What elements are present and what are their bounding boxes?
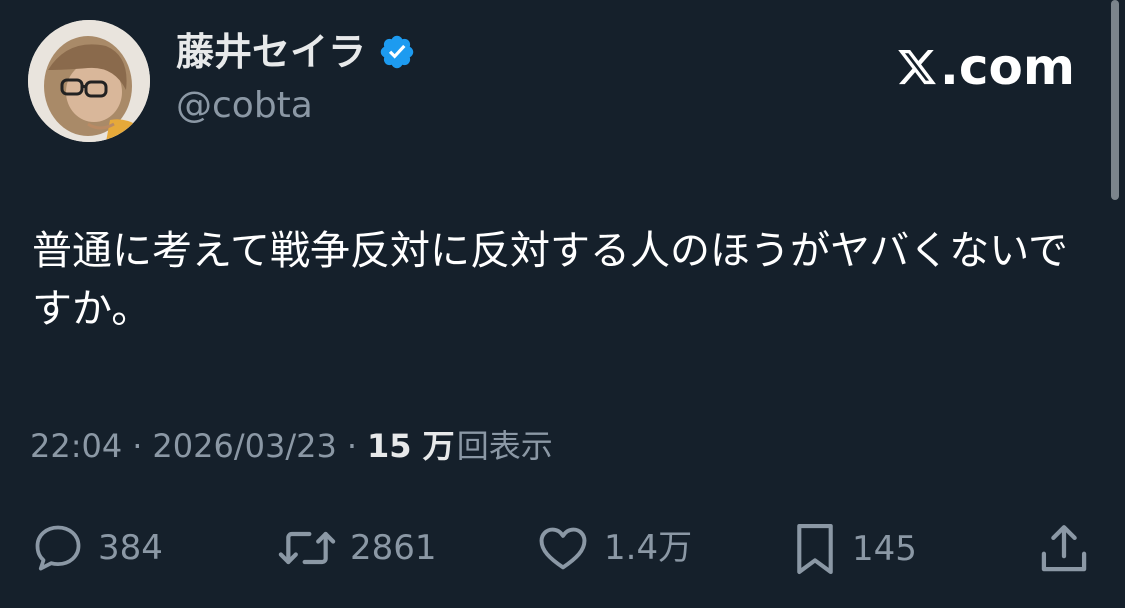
avatar[interactable] bbox=[28, 20, 150, 142]
bookmark-button[interactable]: 145 bbox=[790, 520, 917, 578]
avatar-image bbox=[28, 20, 150, 142]
tweet-date[interactable]: 2026/03/23 bbox=[152, 430, 336, 462]
tweet-meta: 22:04 · 2026/03/23 · 15 万 回表示 bbox=[30, 430, 553, 462]
bookmark-icon bbox=[797, 523, 833, 575]
action-bar: 384 2861 1.4万 145 bbox=[0, 520, 1125, 582]
verified-badge-icon bbox=[380, 35, 414, 69]
meta-separator: · bbox=[132, 427, 143, 465]
author-name-row: 藤井セイラ bbox=[176, 33, 416, 71]
reply-count: 384 bbox=[98, 528, 163, 568]
retweet-button[interactable]: 2861 bbox=[276, 520, 437, 576]
retweet-count: 2861 bbox=[350, 528, 437, 568]
author-display-name[interactable]: 藤井セイラ bbox=[176, 33, 366, 71]
scrollbar[interactable] bbox=[1111, 0, 1119, 200]
heart-icon bbox=[539, 527, 587, 570]
x-logo-icon bbox=[898, 49, 936, 85]
reply-button[interactable]: 384 bbox=[30, 520, 163, 576]
tweet-text: 普通に考えて戦争反対に反対する人のほうがヤバくないですか。 bbox=[32, 228, 1068, 332]
views-count[interactable]: 15 万 bbox=[367, 430, 455, 462]
speech-bubble-icon bbox=[35, 525, 81, 571]
brand-logo: .com bbox=[896, 42, 1075, 92]
author-handle[interactable]: @cobta bbox=[176, 88, 313, 124]
tweet-screenshot: 藤井セイラ @cobta .com 普通に考えて戦争反対に反対する人のほうがヤバ… bbox=[0, 0, 1125, 608]
like-button[interactable]: 1.4万 bbox=[534, 520, 692, 576]
brand-text: .com bbox=[939, 38, 1075, 96]
retweet-arrows-icon bbox=[278, 531, 336, 565]
views-label: 回表示 bbox=[456, 427, 553, 465]
tweet-time[interactable]: 22:04 bbox=[30, 430, 122, 462]
meta-separator: · bbox=[346, 427, 357, 465]
bookmark-count: 145 bbox=[852, 529, 917, 569]
like-count: 1.4万 bbox=[604, 528, 693, 568]
share-upload-icon bbox=[1041, 525, 1087, 572]
share-button[interactable] bbox=[1038, 520, 1090, 578]
